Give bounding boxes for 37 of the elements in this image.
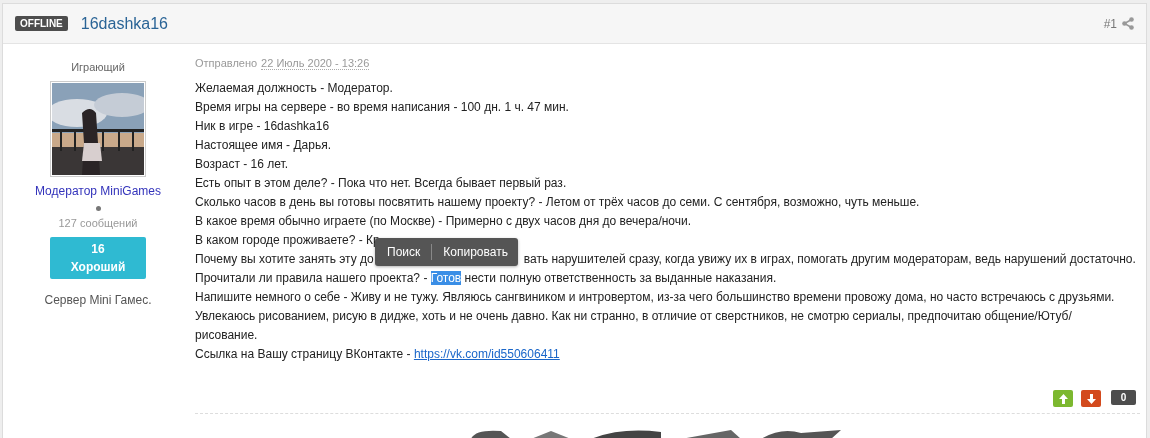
- post-number-link[interactable]: #1: [1103, 16, 1117, 31]
- reputation-label: Хороший: [70, 260, 126, 274]
- user-group-link[interactable]: Модератор MiniGames: [35, 184, 161, 198]
- arrow-up-icon: [1058, 393, 1068, 404]
- share-icon[interactable]: [1122, 17, 1134, 30]
- posted-label: Отправлено: [195, 57, 258, 70]
- post-text: Прочитали ли правила нашего проекта? -: [195, 271, 429, 285]
- reputation-value: 16: [91, 242, 105, 256]
- post-text: Увлекаюсь рисованием, рисую в дидже, хоть и не очень давно. Как ни странно, в отличие от сверстников, не смотрю сериалы, предпочитаю общение/Ютуб/: [195, 309, 1072, 323]
- server-field: Сервер Mini Гамес.: [44, 293, 152, 307]
- post-text: рисование.: [195, 328, 258, 342]
- arrow-down-icon: [1086, 393, 1096, 404]
- post-text: Настоящее имя - Дарья.: [195, 138, 331, 152]
- post-text: В какое время обычно играете (по Москве) - Примерно с двух часов дня до вечера/ночи.: [195, 214, 692, 228]
- vote-down-button[interactable]: [1081, 390, 1101, 407]
- post-text: Почему вы хотите занять эту до: [195, 252, 374, 266]
- post-text: Есть опыт в этом деле? - Пока что нет. Всегда бывает первый раз.: [195, 176, 567, 190]
- post-text: Напишите немного о себе - Живу и не тужу. Являюсь сангвиником и интровертом, из-за чего большинство времени провожу дома, но часто встречаюсь с друзьями.: [195, 290, 1115, 304]
- post-text: Ссылка на Вашу страницу ВКонтакте -: [195, 347, 412, 361]
- selected-text: Готов: [430, 271, 462, 285]
- post-text: Сколько часов в день вы готовы посвятить нашему проекту? - Летом от трёх часов до семи. С сентября, возможно, чуть меньше.: [195, 195, 920, 209]
- vote-up-button[interactable]: [1053, 390, 1073, 407]
- context-menu-item[interactable]: Поиск: [387, 243, 421, 261]
- post-text: вать нарушителей сразу, когда увижу их в играх, помогать другим модераторам, ведь нарушений достаточно.: [523, 252, 1136, 266]
- context-menu-item[interactable]: Копировать: [443, 243, 508, 261]
- vk-link[interactable]: https://vk.com/id550606411: [413, 347, 560, 361]
- status-badge: OFFLINE: [15, 16, 68, 31]
- user-rank: Играющий: [71, 61, 125, 73]
- post-text: Возраст - 16 лет.: [195, 157, 288, 171]
- vote-score: 0: [1111, 390, 1136, 405]
- post-text: нести полную ответственность за выданные наказания.: [463, 271, 777, 285]
- author-link[interactable]: 16dashka16: [80, 14, 168, 33]
- post-text: Ник в игре - 16dashka16: [195, 119, 330, 133]
- post-text: Время игры на сервере - во время написания - 100 дн. 1 ч. 47 мин.: [195, 100, 569, 114]
- post-text: Желаемая должность - Модератор.: [195, 81, 393, 95]
- post-date: 22 Июль 2020 - 13:26: [261, 57, 370, 70]
- post-count: 127 сообщений: [58, 217, 138, 229]
